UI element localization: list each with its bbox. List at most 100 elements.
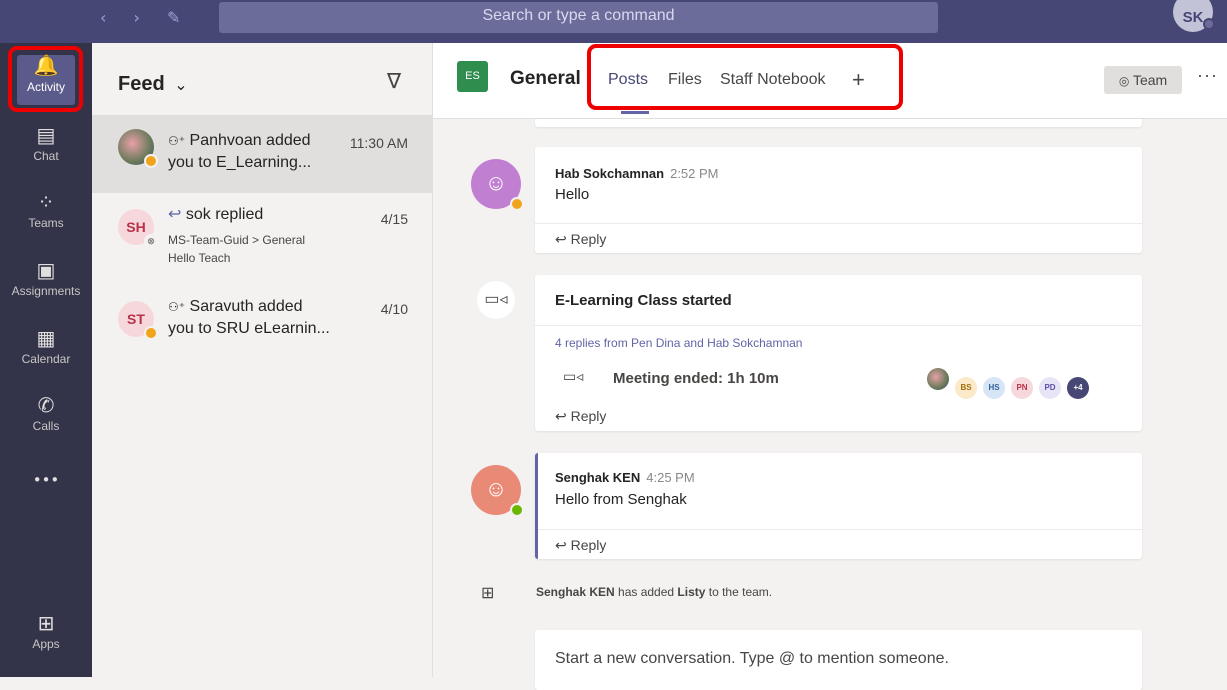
message-time: 2:52 PM (670, 166, 719, 181)
feed-item-time: 4/10 (380, 301, 408, 317)
system-message-actor[interactable]: Senghak KEN (536, 585, 615, 599)
bell-icon: 🔔 (33, 53, 59, 77)
feed-item[interactable]: SH ⊗ ↩ sok replied MS-Team-Guid > Genera… (92, 195, 433, 273)
away-status-icon (144, 326, 158, 340)
system-message-app[interactable]: Listy (677, 585, 705, 599)
feed-item-text: ⚇⁺ Saravuth added you to SRU eLearnin... (168, 296, 338, 340)
offline-status-icon: ⊗ (144, 234, 158, 248)
meeting-title: E-Learning Class started (555, 292, 732, 309)
rail-label-calendar: Calendar (21, 352, 71, 366)
away-status-icon (144, 154, 158, 168)
feed-item-line2: you to E_Learning... (168, 154, 312, 171)
avatar[interactable]: PD (1039, 377, 1061, 399)
search-input[interactable]: Search or type a command (219, 2, 938, 33)
channel-view: ES General Posts Files Staff Notebook + … (433, 43, 1227, 690)
rail-item-apps[interactable]: ⊞ Apps (0, 611, 92, 671)
forward-icon[interactable]: › (134, 8, 140, 27)
reply-label: Reply (570, 408, 607, 424)
avatar[interactable]: ☺ (471, 159, 524, 211)
avatar[interactable]: HS (983, 377, 1005, 399)
profile-avatar[interactable]: SK (1173, 0, 1215, 32)
message-author[interactable]: Hab Sokchamnan (555, 166, 664, 181)
back-icon[interactable]: ‹ (100, 8, 106, 27)
team-button[interactable]: ◎ Team (1104, 66, 1182, 94)
message-body: Hello from Senghak (555, 491, 687, 508)
rail-item-teams[interactable]: ⁘ Teams (0, 190, 92, 250)
avatar-initials: SH (126, 219, 146, 235)
message-author[interactable]: Senghak KEN (555, 470, 640, 485)
feed-item-line1: sok replied (185, 206, 264, 223)
feed-title[interactable]: Feed ⌄ (118, 73, 188, 96)
tab-staff-notebook[interactable]: Staff Notebook (720, 71, 826, 89)
feed-item[interactable]: ⚇⁺ Panhvoan added you to E_Learning... 1… (92, 115, 433, 193)
rail-item-chat[interactable]: ▤ Chat (0, 123, 92, 183)
avatar[interactable]: ☺ (471, 465, 524, 517)
system-message-text: has added (614, 585, 678, 599)
reply-label: Reply (570, 537, 607, 553)
avatar[interactable]: PN (1011, 377, 1033, 399)
reply-button[interactable]: ↩ Reply (538, 529, 1142, 559)
feed-item-time: 11:30 AM (349, 135, 408, 151)
feed-item-line2: you to SRU eLearnin... (168, 320, 330, 337)
rail-label-activity: Activity (26, 80, 65, 94)
team-button-label: Team (1132, 72, 1168, 88)
rail-label-apps: Apps (32, 637, 60, 651)
message-card (535, 119, 1142, 127)
rail-item-calendar[interactable]: ▦ Calendar (0, 326, 92, 386)
channel-header: ES General Posts Files Staff Notebook + … (433, 43, 1227, 119)
avatar[interactable] (927, 368, 949, 390)
compose-icon[interactable]: ✎ (167, 8, 180, 27)
feed-item-time: 4/15 (380, 211, 408, 227)
history-nav: ‹ › ✎ (100, 8, 202, 27)
rail-label-calls: Calls (32, 419, 60, 433)
more-options-icon[interactable]: ··· (1197, 65, 1218, 86)
video-camera-icon: ▭◃ (477, 281, 515, 319)
channel-name: General (510, 68, 581, 89)
reply-button[interactable]: ↩ Reply (535, 401, 1142, 431)
reply-icon: ↩ (555, 408, 567, 424)
phone-icon: ✆ (37, 393, 55, 417)
rail-item-assignments[interactable]: ▣ Assignments (0, 258, 92, 318)
avatar: ST (118, 301, 158, 340)
video-camera-icon: ▭◃ (563, 368, 584, 384)
message-body: Hello (555, 186, 590, 203)
add-user-icon: ⚇⁺ (168, 134, 186, 148)
user-icon: ☺ (484, 170, 508, 195)
replies-link[interactable]: 4 replies from Pen Dina and Hab Sokchamn… (555, 336, 802, 350)
more-participants-badge[interactable]: +4 (1067, 377, 1089, 399)
reply-icon: ↩ (168, 206, 182, 223)
feed-item-text: ⚇⁺ Panhvoan added you to E_Learning... (168, 130, 338, 174)
rail-label-chat: Chat (33, 149, 59, 163)
tab-files[interactable]: Files (668, 71, 702, 89)
rail-label-teams: Teams (28, 216, 64, 230)
tab-posts[interactable]: Posts (608, 71, 648, 89)
participant-list: BS HS PN PD +4 (921, 368, 1089, 399)
rail-item-calls[interactable]: ✆ Calls (0, 393, 92, 453)
activity-feed: Feed ⌄ ∇ ⚇⁺ Panhvoan added you to E_Lear… (92, 43, 433, 677)
user-icon: ☺ (484, 476, 508, 501)
title-bar: ‹ › ✎ Search or type a command SK (0, 0, 1227, 43)
profile-initials: SK (1182, 9, 1204, 26)
rail-item-activity[interactable]: 🔔 Activity (0, 43, 92, 118)
avatar: SH ⊗ (118, 209, 158, 248)
teams-icon: ⁘ (37, 190, 55, 214)
reply-icon: ↩ (555, 537, 567, 553)
message-card: Senghak KEN 4:25 PM Hello from Senghak ↩ … (535, 453, 1142, 559)
compose-box[interactable]: Start a new conversation. Type @ to ment… (535, 630, 1142, 690)
chat-icon: ▤ (36, 123, 56, 147)
active-tab-indicator (621, 111, 649, 114)
presence-dot (1203, 18, 1215, 30)
message-header: Hab Sokchamnan 2:52 PM (555, 165, 719, 183)
avatar[interactable]: BS (955, 377, 977, 399)
chevron-down-icon[interactable]: ⌄ (174, 77, 187, 94)
reply-button[interactable]: ↩ Reply (535, 223, 1142, 253)
filter-icon[interactable]: ∇ (387, 69, 401, 93)
reply-label: Reply (570, 231, 607, 247)
message-card: E-Learning Class started 4 replies from … (535, 275, 1142, 431)
rail-item-more[interactable]: ••• (0, 471, 92, 531)
system-message: Senghak KEN has added Listy to the team. (536, 585, 772, 599)
divider (535, 325, 1142, 326)
add-tab-icon[interactable]: + (852, 67, 865, 93)
feed-item[interactable]: ST ⚇⁺ Saravuth added you to SRU eLearnin… (92, 289, 433, 367)
add-user-icon: ⚇⁺ (168, 300, 186, 314)
